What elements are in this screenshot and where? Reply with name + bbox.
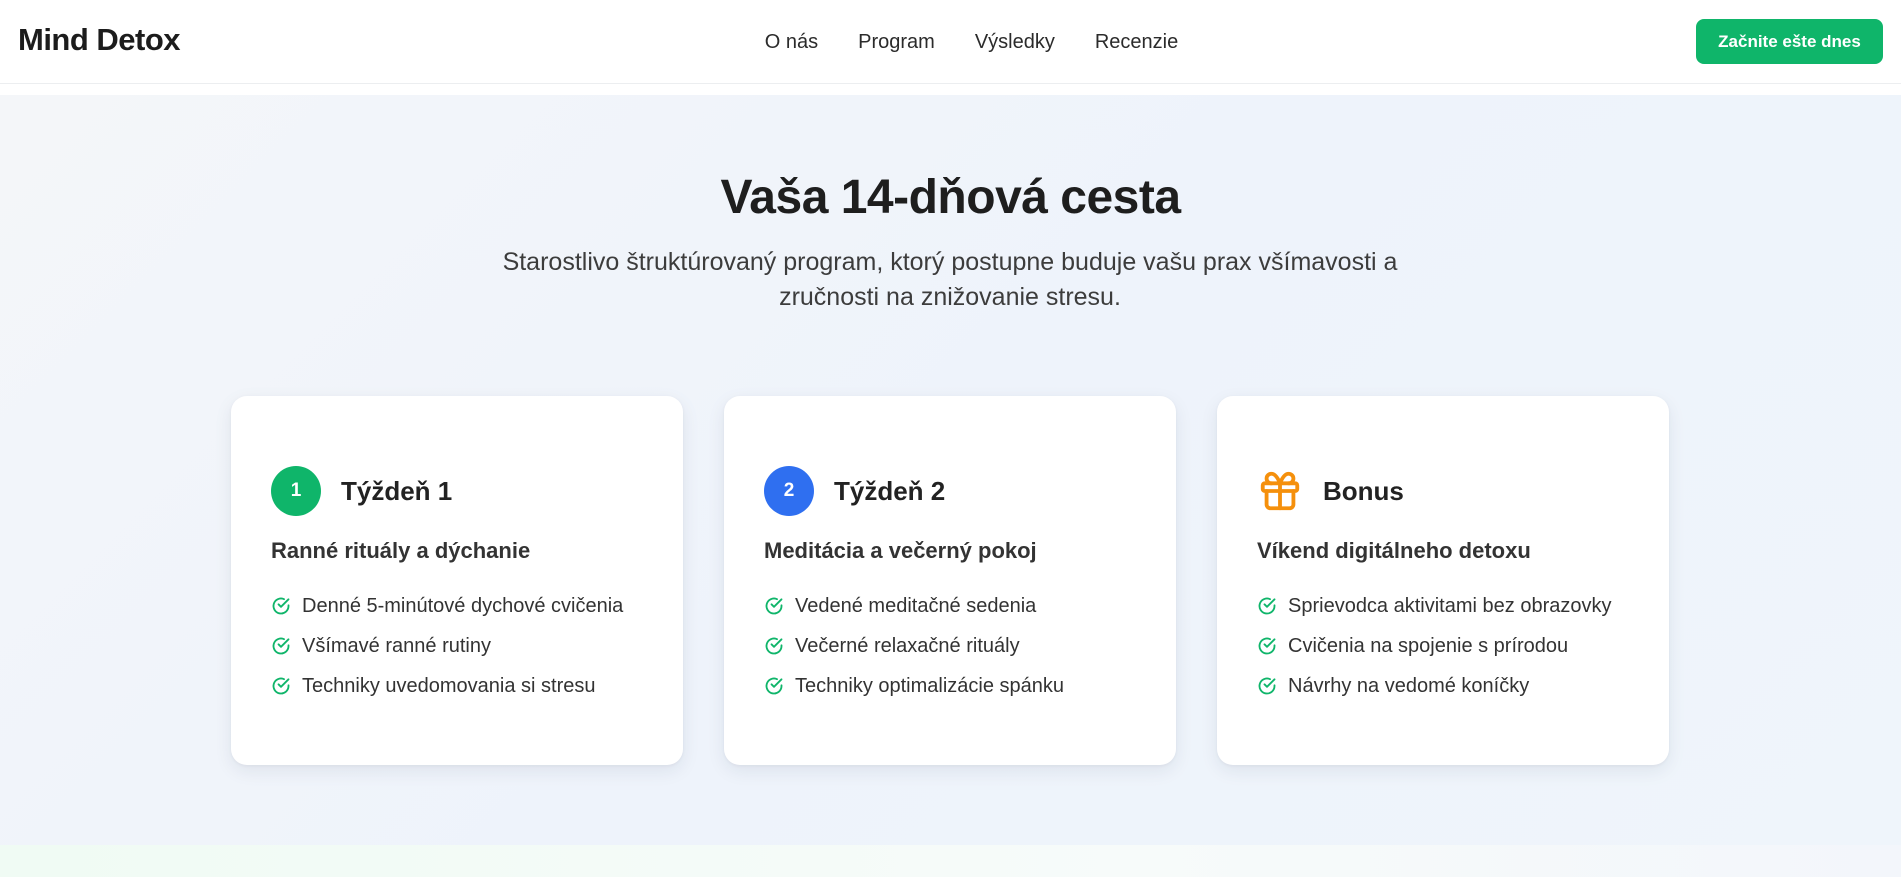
card-subtitle: Meditácia a večerný pokoj [764, 538, 1037, 563]
feature-list: Denné 5-minútové dychové cvičenia Všímav… [271, 586, 623, 706]
check-circle-icon [272, 637, 290, 655]
card-title: Týždeň 1 [341, 475, 453, 506]
card-header: Bonus [1257, 466, 1404, 516]
list-item: Všímavé ranné rutiny [271, 626, 623, 666]
list-item-text: Návrhy na vedomé koníčky [1288, 674, 1530, 697]
list-item-text: Denné 5-minútové dychové cvičenia [302, 594, 624, 617]
nav-link-results[interactable]: Výsledky [975, 31, 1055, 54]
main-nav: O nás Program Výsledky Recenzie [0, 0, 1901, 84]
list-item-text: Večerné relaxačné rituály [795, 634, 1020, 657]
card-title: Bonus [1323, 475, 1404, 506]
bonus-card: Bonus Víkend digitálneho detoxu Sprievod… [1217, 396, 1669, 765]
list-item-text: Techniky uvedomovania si stresu [302, 674, 596, 697]
card-subtitle: Ranné rituály a dýchanie [271, 538, 531, 563]
check-circle-icon [1258, 677, 1276, 695]
list-item-text: Všímavé ranné rutiny [302, 634, 491, 657]
section-title: Vaša 14-dňová cesta [720, 171, 1181, 224]
list-item: Techniky optimalizácie spánku [764, 666, 1064, 706]
site-header: Mind Detox O nás Program Výsledky Recenz… [0, 0, 1901, 84]
feature-list: Sprievodca aktivitami bez obrazovky Cvič… [1257, 586, 1611, 706]
check-circle-icon [1258, 597, 1276, 615]
list-item: Cvičenia na spojenie s prírodou [1257, 626, 1611, 666]
check-circle-icon [272, 597, 290, 615]
list-item-text: Vedené meditačné sedenia [795, 594, 1037, 617]
nav-link-about[interactable]: O nás [765, 31, 818, 54]
list-item: Sprievodca aktivitami bez obrazovky [1257, 586, 1611, 626]
step-badge: 2 [764, 466, 814, 516]
feature-list: Vedené meditačné sedenia Večerné relaxač… [764, 586, 1064, 706]
start-today-button[interactable]: Začnite ešte dnes [1696, 19, 1883, 64]
card-subtitle: Víkend digitálneho detoxu [1257, 538, 1531, 563]
week-2-card: 2 Týždeň 2 Meditácia a večerný pokoj Ved… [724, 396, 1176, 765]
list-item: Vedené meditačné sedenia [764, 586, 1064, 626]
list-item: Denné 5-minútové dychové cvičenia [271, 586, 623, 626]
card-header: 2 Týždeň 2 [764, 466, 945, 516]
card-title: Týždeň 2 [834, 475, 946, 506]
next-section-edge [0, 845, 1901, 877]
section-subtitle: Starostlivo štruktúrovaný program, ktorý… [502, 248, 1398, 311]
nav-link-reviews[interactable]: Recenzie [1095, 31, 1178, 54]
check-circle-icon [765, 677, 783, 695]
check-circle-icon [765, 597, 783, 615]
card-header: 1 Týždeň 1 [271, 466, 452, 516]
list-item: Večerné relaxačné rituály [764, 626, 1064, 666]
gift-icon [1260, 471, 1300, 511]
list-item-text: Cvičenia na spojenie s prírodou [1288, 634, 1569, 657]
nav-link-program[interactable]: Program [858, 31, 935, 54]
list-item-text: Sprievodca aktivitami bez obrazovky [1288, 594, 1612, 617]
list-item: Techniky uvedomovania si stresu [271, 666, 623, 706]
check-circle-icon [1258, 637, 1276, 655]
list-item: Návrhy na vedomé koníčky [1257, 666, 1611, 706]
check-circle-icon [765, 637, 783, 655]
list-item-text: Techniky optimalizácie spánku [795, 674, 1065, 697]
step-badge: 1 [271, 466, 321, 516]
check-circle-icon [272, 677, 290, 695]
week-1-card: 1 Týždeň 1 Ranné rituály a dýchanie Denn… [231, 396, 683, 765]
